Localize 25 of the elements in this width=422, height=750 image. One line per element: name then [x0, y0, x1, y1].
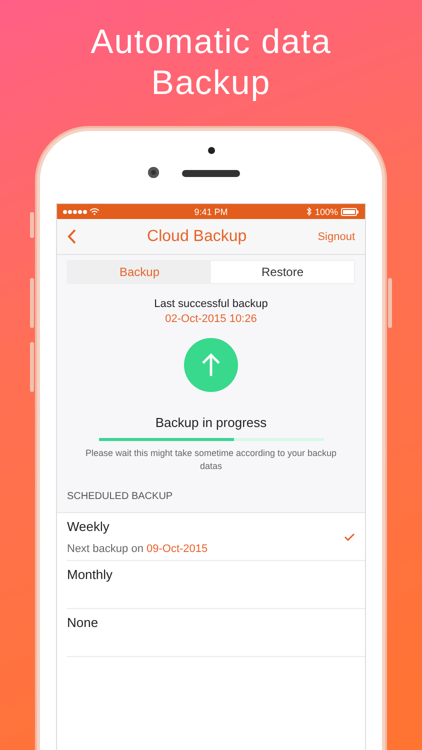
screen-title: Cloud Backup	[147, 228, 247, 246]
progress-label: Backup in progress	[154, 415, 268, 430]
schedule-option[interactable]: Weekly Next backup on 09-Oct-2015	[67, 513, 365, 561]
last-backup-date: 02-Oct-2015 10:26	[164, 313, 258, 325]
last-backup-label: Last successful backup	[153, 298, 269, 310]
battery-icon	[341, 208, 359, 216]
headline: Automatic data Backup	[90, 22, 332, 104]
up-arrow-icon	[202, 353, 220, 377]
option-label: Monthly	[67, 567, 113, 582]
schedule-option[interactable]: Monthly	[67, 561, 365, 609]
upload-button[interactable]	[184, 338, 238, 392]
sensor-icon	[208, 147, 214, 154]
bluetooth-icon	[306, 207, 312, 216]
progress-note: Please wait this might take sometime according to your backup datas	[84, 447, 338, 473]
back-button[interactable]	[65, 227, 78, 246]
camera-icon	[148, 167, 159, 178]
battery-percent: 100%	[314, 206, 338, 216]
speaker-icon	[182, 170, 240, 177]
status-time: 9:41 PM	[194, 206, 228, 216]
wifi-icon	[90, 208, 99, 215]
option-label: None	[67, 615, 98, 630]
schedule-option[interactable]: None	[67, 609, 365, 657]
option-label: Weekly	[67, 519, 110, 534]
signal-icon	[63, 210, 87, 214]
next-backup-text: Next backup on 09-Oct-2015	[67, 543, 208, 555]
